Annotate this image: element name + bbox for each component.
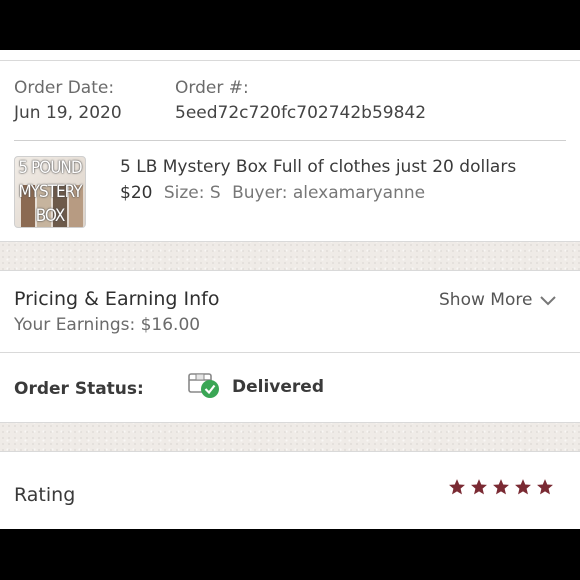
star-icon bbox=[449, 479, 465, 495]
star-icon bbox=[537, 479, 553, 495]
section-divider bbox=[0, 352, 580, 353]
chevron-down-icon bbox=[540, 291, 557, 310]
item-buyer: Buyer: alexamaryanne bbox=[232, 183, 426, 203]
item-meta: $20 Size: S Buyer: alexamaryanne bbox=[120, 183, 425, 203]
band-border bbox=[0, 451, 580, 452]
rating-label: Rating bbox=[14, 484, 76, 506]
item-size: Size: S bbox=[163, 183, 221, 203]
order-date-value: Jun 19, 2020 bbox=[14, 103, 122, 123]
item-title[interactable]: 5 LB Mystery Box Full of clothes just 20… bbox=[120, 157, 516, 177]
show-more-label: Show More bbox=[439, 290, 533, 310]
section-divider bbox=[14, 140, 566, 141]
package-delivered-icon bbox=[188, 370, 222, 406]
thumbnail-text-line: 5 POUND bbox=[18, 158, 82, 178]
band-border bbox=[0, 270, 580, 271]
order-number-value: 5eed72c720fc702742b59842 bbox=[175, 103, 427, 123]
item-price: $20 bbox=[120, 183, 153, 203]
section-separator bbox=[0, 242, 580, 270]
order-status-value: Delivered bbox=[232, 377, 324, 397]
order-number-label: Order #: bbox=[175, 78, 249, 98]
section-separator bbox=[0, 423, 580, 451]
order-details-screen: Order Date: Jun 19, 2020 Order #: 5eed72… bbox=[0, 50, 580, 529]
thumbnail-text-line: BOX bbox=[35, 206, 66, 226]
show-more-button[interactable]: Show More bbox=[439, 290, 557, 310]
star-icon bbox=[493, 479, 509, 495]
rating-stars bbox=[448, 478, 554, 496]
item-thumbnail[interactable]: 5 POUND MYSTERY BOX bbox=[14, 156, 86, 228]
earnings-text: Your Earnings: $16.00 bbox=[14, 315, 201, 335]
order-status-label: Order Status: bbox=[14, 379, 144, 399]
thumbnail-text-line: MYSTERY bbox=[18, 182, 82, 202]
star-icon bbox=[515, 479, 531, 495]
star-icon bbox=[471, 479, 487, 495]
order-date-label: Order Date: bbox=[14, 78, 115, 98]
pricing-title: Pricing & Earning Info bbox=[14, 288, 220, 310]
top-border bbox=[0, 60, 580, 61]
